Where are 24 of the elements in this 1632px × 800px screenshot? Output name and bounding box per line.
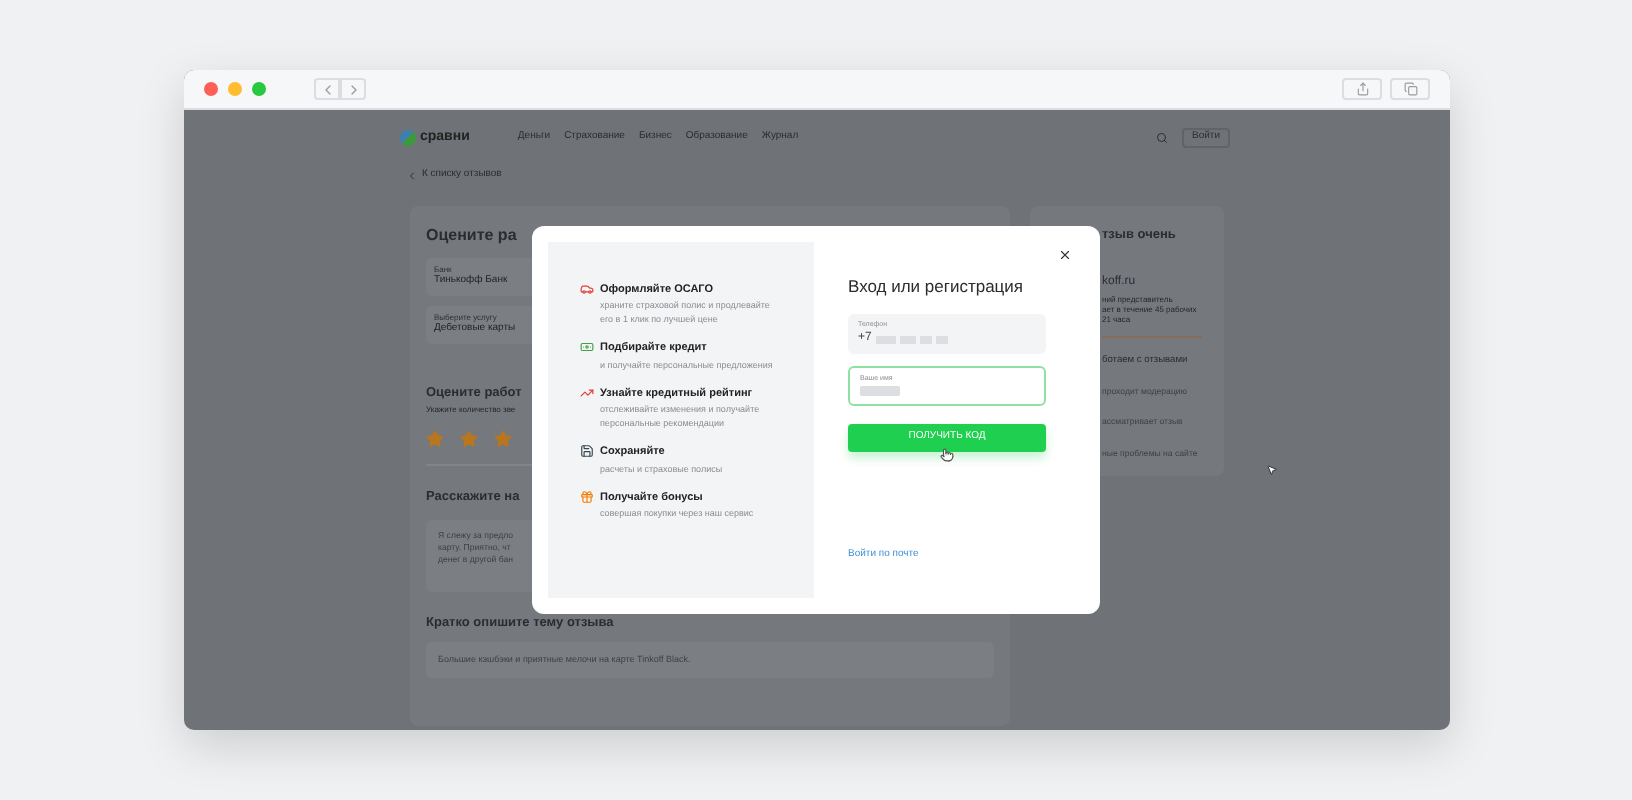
floppy-icon: [580, 444, 594, 459]
pointer-icon: [1266, 464, 1278, 476]
star-icon[interactable]: [426, 429, 444, 448]
close-window-icon[interactable]: [204, 82, 218, 96]
minimize-window-icon[interactable]: [228, 82, 242, 96]
trend-icon: [580, 386, 594, 400]
close-icon[interactable]: [1058, 248, 1072, 262]
back-icon[interactable]: [314, 78, 340, 100]
star-icon[interactable]: [494, 429, 512, 448]
blurred-name-icon: [860, 386, 900, 396]
gift-icon: [580, 490, 594, 504]
logo-icon: [400, 130, 416, 146]
form-title: Оцените ра: [426, 224, 517, 248]
banknote-icon: [580, 340, 594, 355]
maximize-window-icon[interactable]: [252, 82, 266, 96]
hand-cursor-icon: [940, 448, 954, 462]
search-icon[interactable]: [1156, 132, 1168, 144]
star-icon[interactable]: [460, 429, 478, 448]
share-icon[interactable]: [1342, 78, 1382, 100]
tabs-icon[interactable]: [1390, 78, 1430, 100]
dialog-title: Вход или регистрация: [848, 274, 1024, 300]
star-rating[interactable]: [426, 429, 512, 448]
forward-icon[interactable]: [340, 78, 366, 100]
car-icon: [580, 282, 594, 296]
